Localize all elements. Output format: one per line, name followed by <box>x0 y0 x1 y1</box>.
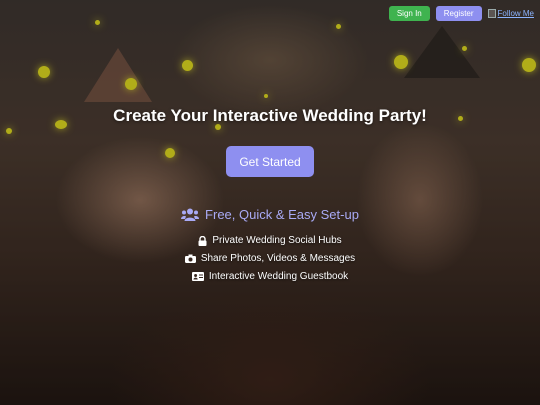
feature-label: Interactive Wedding Guestbook <box>208 271 349 282</box>
hero-title: Create Your Interactive Wedding Party! <box>113 106 427 125</box>
feature-label: Share Photos, Videos & Messages <box>200 253 356 264</box>
id-card-icon <box>191 272 204 281</box>
users-icon <box>181 208 200 221</box>
feature-list: Private Wedding Social Hubs Share Photos… <box>0 235 540 282</box>
follow-me-label: Follow Me <box>497 9 534 18</box>
hero-background-photo <box>0 0 540 405</box>
feature-headline: Free, Quick & Easy Set-up <box>0 207 540 222</box>
list-item: Share Photos, Videos & Messages <box>184 253 356 264</box>
register-button[interactable]: Register <box>435 6 482 21</box>
feature-headline-text: Free, Quick & Easy Set-up <box>205 207 359 222</box>
get-started-button[interactable]: Get Started <box>226 146 314 177</box>
list-item: Interactive Wedding Guestbook <box>191 271 349 282</box>
sign-in-button[interactable]: Sign In <box>388 6 430 21</box>
camera-icon <box>184 254 196 263</box>
broken-image-icon <box>487 9 496 18</box>
feature-label: Private Wedding Social Hubs <box>212 235 342 246</box>
list-item: Private Wedding Social Hubs <box>198 235 342 246</box>
top-nav: Sign In Register Follow Me <box>388 6 534 21</box>
lock-icon <box>198 235 207 246</box>
dark-overlay <box>0 0 540 405</box>
follow-me-link[interactable]: Follow Me <box>487 9 534 18</box>
